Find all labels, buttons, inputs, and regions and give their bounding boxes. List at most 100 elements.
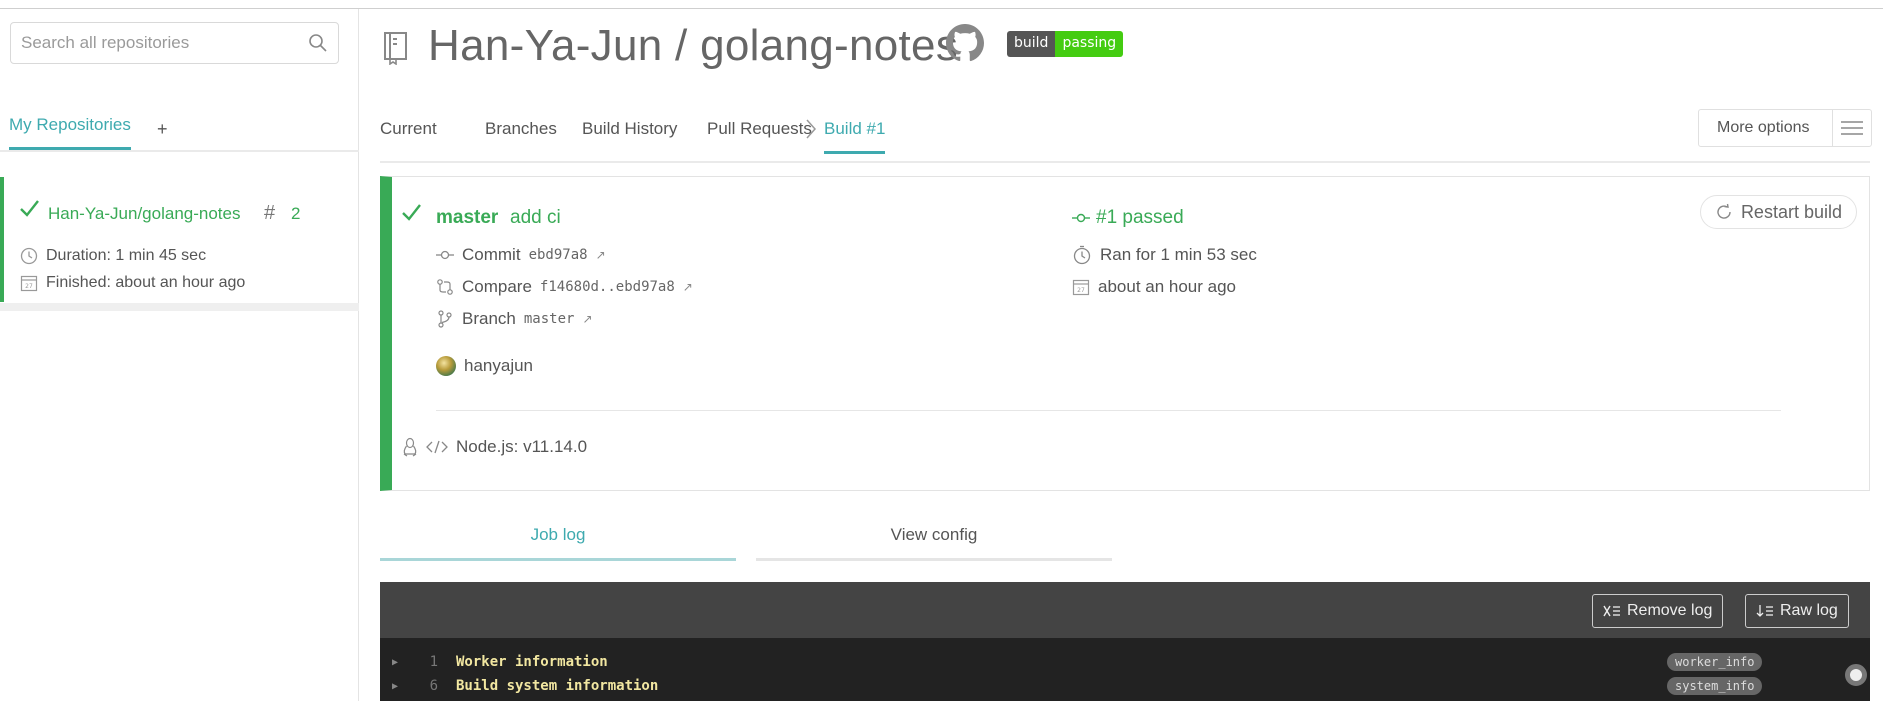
remove-log-label: Remove log (1627, 602, 1713, 619)
external-link-icon[interactable]: ↗ (582, 312, 592, 326)
log-line[interactable]: ▶ 6 Build system information system_info (380, 674, 1870, 698)
tab-my-repositories[interactable]: My Repositories (9, 115, 131, 150)
restart-build-label: Restart build (1740, 201, 1842, 222)
tab-view-config[interactable]: View config (756, 519, 1112, 561)
repo-title-link[interactable]: golang-notes (700, 21, 958, 70)
commit-icon (1072, 213, 1090, 223)
tab-pull-requests[interactable]: Pull Requests (707, 119, 812, 139)
more-options-button[interactable]: More options (1698, 109, 1872, 147)
search-box[interactable] (10, 22, 339, 64)
tab-build-1[interactable]: Build #1 (824, 119, 886, 154)
expand-triangle-icon[interactable]: ▶ (380, 681, 410, 692)
finished-text: Finished: about an hour ago (46, 274, 246, 291)
svg-text:27: 27 (1077, 287, 1085, 294)
remove-log-button[interactable]: Remove log (1592, 594, 1724, 628)
check-icon (402, 204, 421, 221)
when-text: about an hour ago (1098, 277, 1237, 296)
more-options-label: More options (1717, 119, 1810, 136)
commit-icon (436, 250, 454, 260)
title-separator: / (675, 21, 688, 70)
log-line-text: Worker information (456, 654, 608, 670)
build-number-link[interactable]: 2 (291, 204, 300, 224)
when-row: 27 about an hour ago (1072, 277, 1236, 297)
commit-label: Commit (462, 245, 521, 264)
divider (436, 410, 1781, 411)
duration-row: Duration: 1 min 45 sec (20, 247, 206, 265)
compare-label: Compare (462, 277, 532, 296)
environment-row: Node.js: v11.14.0 (402, 437, 587, 457)
fold-tag: worker_info (1667, 653, 1763, 671)
ran-for-row: Ran for 1 min 53 sec (1072, 245, 1257, 265)
repo-link[interactable]: Han-Ya-Jun/golang-notes (48, 204, 240, 224)
main-content: Han-Ya-Jun / golang-notes build passing … (360, 9, 1883, 701)
clock-icon (20, 247, 38, 265)
raw-log-button[interactable]: Raw log (1745, 594, 1849, 628)
calendar-icon: 27 (1072, 279, 1090, 296)
code-icon (426, 440, 448, 454)
branch-name: master (436, 207, 499, 228)
compare-row[interactable]: Compare f14680d..ebd97a8 ↗ (436, 277, 693, 297)
chevron-right-icon (806, 119, 817, 139)
calendar-icon: 27 (20, 275, 38, 292)
log-line[interactable]: ▶ 1 Worker information worker_info (380, 650, 1870, 674)
build-summary-card: master add ci Commit ebd97a8 ↗ Compare f… (380, 176, 1870, 491)
author-row: hanyajun (436, 356, 533, 376)
log-toolbar: Remove log Raw log (380, 582, 1870, 638)
environment-text: Node.js: v11.14.0 (456, 437, 588, 456)
tab-branches[interactable]: Branches (485, 119, 557, 139)
expand-triangle-icon[interactable]: ▶ (380, 657, 410, 668)
commit-row[interactable]: Commit ebd97a8 ↗ (436, 245, 606, 265)
restart-build-button[interactable]: Restart build (1699, 195, 1857, 229)
external-link-icon[interactable]: ↗ (683, 280, 693, 294)
branch-link[interactable]: master (524, 311, 575, 327)
author-name: hanyajun (464, 356, 534, 375)
finished-row: 27 Finished: about an hour ago (20, 274, 245, 292)
github-icon[interactable] (946, 24, 984, 62)
avatar (436, 356, 456, 376)
build-status-text: #1 passed (1096, 207, 1184, 228)
refresh-icon (1717, 203, 1731, 219)
ran-for-text: Ran for 1 min 53 sec (1100, 245, 1257, 264)
linux-icon (403, 437, 417, 457)
repo-nav: Current Branches Build History Pull Requ… (380, 119, 1870, 163)
badge-label: build (1007, 31, 1056, 57)
check-icon (20, 200, 39, 217)
owner-link[interactable]: Han-Ya-Jun (428, 21, 663, 70)
branch-label: Branch (462, 309, 516, 328)
badge-value: passing (1055, 31, 1124, 57)
build-status-badge[interactable]: build passing (1007, 31, 1124, 57)
log-line-number: 6 (429, 678, 438, 694)
log-line-number: 1 (429, 654, 438, 670)
job-log: Remove log Raw log ▶ 1 Worker informatio… (380, 582, 1870, 701)
sidebar: My Repositories + Han-Ya-Jun/golang-note… (0, 9, 359, 701)
tab-current[interactable]: Current (380, 119, 437, 139)
log-line-text: Build system information (456, 678, 659, 694)
commit-hash-link[interactable]: ebd97a8 (529, 247, 588, 263)
build-status: #1 passed (1072, 207, 1184, 229)
raw-log-label: Raw log (1780, 602, 1838, 619)
repository-icon (384, 32, 407, 65)
hamburger-icon[interactable] (1831, 110, 1872, 146)
sidebar-tabs: My Repositories + (0, 107, 359, 152)
stopwatch-icon (1073, 245, 1091, 265)
add-repository-button[interactable]: + (157, 119, 168, 140)
remove-log-icon (1603, 605, 1620, 617)
sidebar-separator (0, 303, 359, 311)
branch-row[interactable]: Branch master ↗ (436, 309, 593, 329)
tab-job-log[interactable]: Job log (380, 519, 736, 561)
duration-text: Duration: 1 min 45 sec (46, 247, 207, 264)
compare-range-link[interactable]: f14680d..ebd97a8 (540, 279, 675, 295)
tab-build-history[interactable]: Build History (582, 119, 677, 139)
hash-icon: # (264, 202, 276, 224)
scroll-to-top-icon[interactable] (1845, 664, 1867, 686)
external-link-icon[interactable]: ↗ (596, 248, 606, 262)
page-title: Han-Ya-Jun / golang-notes (428, 21, 958, 71)
repo-card[interactable]: Han-Ya-Jun/golang-notes # 2 Duration: 1 … (0, 177, 359, 302)
search-input[interactable] (11, 23, 291, 63)
compare-icon (437, 279, 453, 295)
svg-text:27: 27 (25, 283, 33, 290)
search-icon[interactable] (308, 33, 328, 53)
download-log-icon (1756, 605, 1773, 617)
fold-tag: system_info (1667, 677, 1763, 695)
branch-icon (438, 310, 452, 328)
